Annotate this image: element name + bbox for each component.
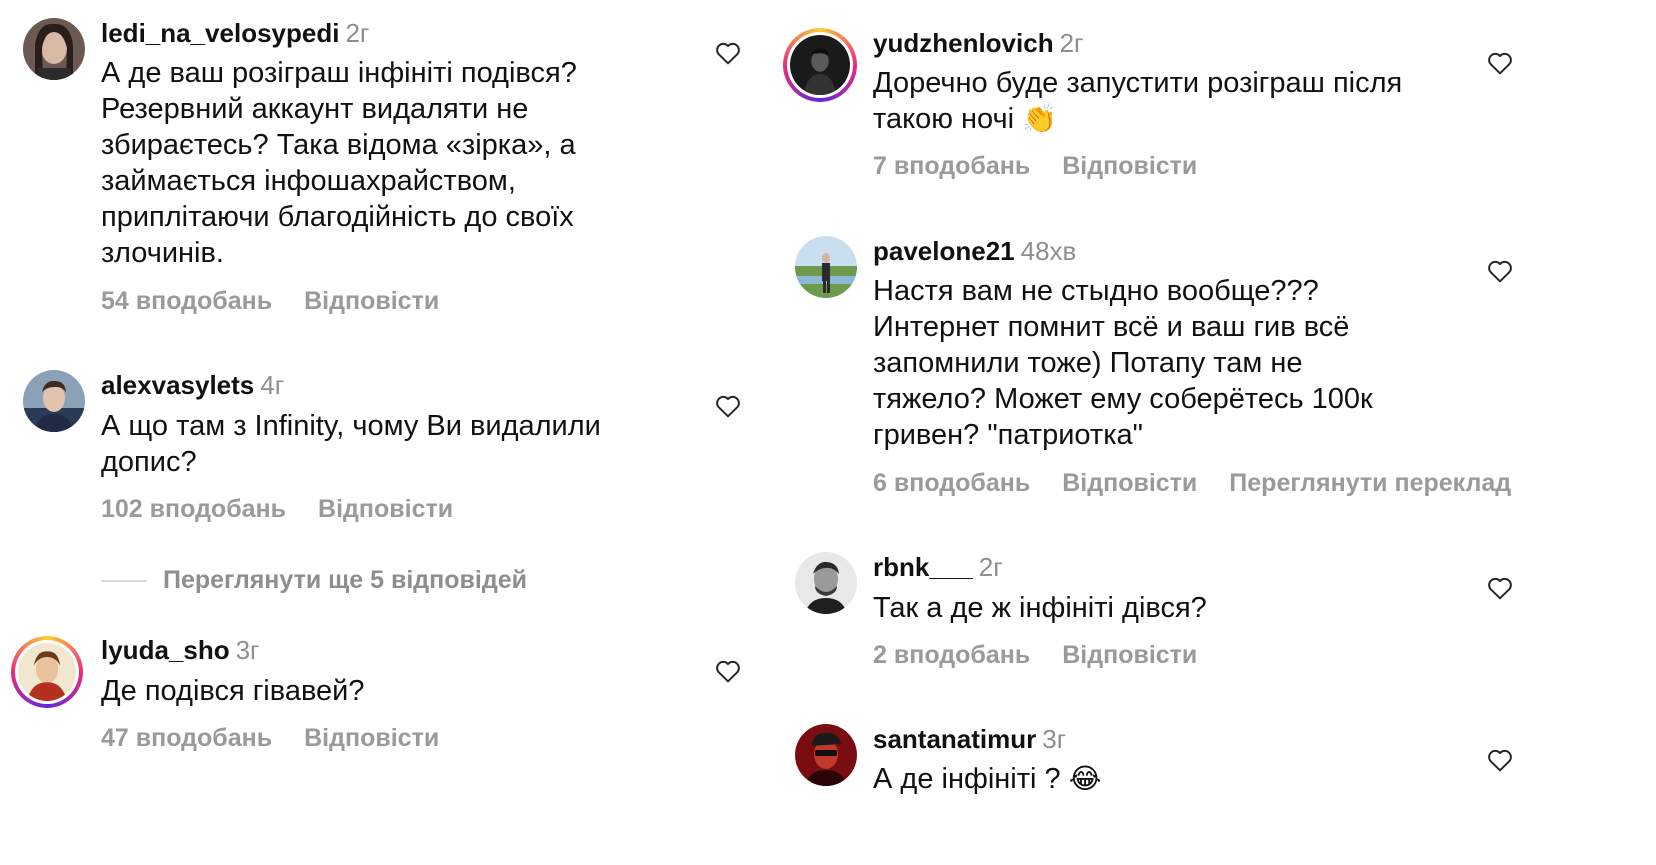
view-more-label: Переглянути ще 5 відповідей: [163, 566, 527, 594]
timestamp: 2г: [345, 18, 370, 48]
heart-outline-icon[interactable]: [715, 394, 741, 418]
username[interactable]: lyuda_sho: [101, 635, 230, 665]
comment-line: Резервний аккаунт видаляти не: [101, 93, 529, 125]
heart-outline-icon[interactable]: [715, 41, 741, 65]
heart-outline-icon[interactable]: [1487, 51, 1513, 75]
comment-text: Так а де ж інфініті дівся?: [873, 590, 1207, 626]
heart-outline-icon[interactable]: [1487, 576, 1513, 600]
heart-outline-icon[interactable]: [1487, 748, 1513, 772]
likes-count[interactable]: 7 вподобань: [873, 151, 1030, 181]
timestamp: 3г: [1042, 724, 1067, 754]
comment-actions: 102 вподобань Відповісти: [101, 494, 453, 524]
laughing-tears-emoji: 😂: [1068, 763, 1102, 794]
comment-text: А де інфініті ? 😂: [873, 761, 1101, 797]
timestamp: 2г: [1059, 28, 1084, 58]
heart-outline-icon[interactable]: [715, 659, 741, 683]
avatar[interactable]: [795, 552, 857, 614]
comment-header: rbnk___ 2г: [873, 551, 1003, 583]
comment-line: запомнили тоже) Потапу там не: [873, 347, 1303, 379]
comment-line: Так а де ж інфініті дівся?: [873, 592, 1207, 624]
comment-header: santanatimur 3г: [873, 723, 1066, 755]
avatar[interactable]: [23, 370, 85, 432]
comment-line-text: А де інфініті ?: [873, 763, 1061, 795]
username[interactable]: yudzhenlovich: [873, 28, 1054, 58]
comment-text: А де ваш розіграш інфініті подівся? Резе…: [101, 55, 577, 271]
comment-line: злочинів.: [101, 237, 224, 269]
timestamp: 3г: [235, 635, 260, 665]
reply-button[interactable]: Відповісти: [1062, 640, 1197, 670]
username[interactable]: santanatimur: [873, 724, 1036, 754]
comment-line: тяжело? Может ему соберётесь 100к: [873, 383, 1373, 415]
comment-line: займається інфошахрайством,: [101, 165, 516, 197]
comment-actions: 7 вподобань Відповісти: [873, 151, 1197, 181]
comment-text: Доречно буде запустити розіграш після та…: [873, 65, 1402, 137]
reply-button[interactable]: Відповісти: [304, 723, 439, 753]
clapping-hands-emoji: 👏: [1022, 103, 1058, 134]
timestamp: 2г: [978, 552, 1003, 582]
reply-button[interactable]: Відповісти: [1062, 468, 1197, 498]
divider-line: [101, 580, 147, 583]
comment-line: Настя вам не стыдно вообще???: [873, 275, 1319, 307]
comment-header: lyuda_sho 3г: [101, 634, 260, 666]
reply-button[interactable]: Відповісти: [1062, 151, 1197, 181]
likes-count[interactable]: 2 вподобань: [873, 640, 1030, 670]
username[interactable]: rbnk___: [873, 552, 973, 582]
comment-actions: 54 вподобань Відповісти: [101, 286, 439, 316]
comment-line: А що там з Infinity, чому Ви видалили: [101, 410, 601, 442]
comment-line: Интернет помнит всё и ваш гив всё: [873, 311, 1350, 343]
comment-text: А що там з Infinity, чому Ви видалили до…: [101, 408, 601, 480]
reply-button[interactable]: Відповісти: [318, 494, 453, 524]
view-more-replies-button[interactable]: Переглянути ще 5 відповідей: [101, 565, 527, 595]
comment-actions: 6 вподобань Відповісти Переглянути перекла…: [873, 468, 1511, 498]
comment-header: alexvasylets 4г: [101, 369, 284, 401]
avatar[interactable]: [23, 18, 85, 80]
avatar[interactable]: [795, 236, 857, 298]
comment-line: приплітаючи благодійність до своїх: [101, 201, 574, 233]
comment-line: збираєтесь? Така відома «зірка», а: [101, 129, 576, 161]
username[interactable]: pavelone21: [873, 236, 1015, 266]
username[interactable]: alexvasylets: [101, 370, 254, 400]
comment-text: Настя вам не стыдно вообще??? Интернет п…: [873, 273, 1373, 453]
comment-line: допис?: [101, 446, 197, 478]
comment-text: Де подівся гівавей?: [101, 673, 365, 709]
comment-actions: 2 вподобань Відповісти: [873, 640, 1197, 670]
username[interactable]: ledi_na_velosypedi: [101, 18, 339, 48]
avatar[interactable]: [795, 724, 857, 786]
avatar-with-story-ring[interactable]: [783, 28, 857, 102]
avatar-with-story-ring[interactable]: [11, 636, 83, 708]
likes-count[interactable]: 54 вподобань: [101, 286, 272, 316]
comment-line: гривен? "патриотка": [873, 419, 1143, 451]
heart-outline-icon[interactable]: [1487, 259, 1513, 283]
reply-button[interactable]: Відповісти: [304, 286, 439, 316]
comment-line: Де подівся гівавей?: [101, 675, 365, 707]
likes-count[interactable]: 102 вподобань: [101, 494, 286, 524]
likes-count[interactable]: 6 вподобань: [873, 468, 1030, 498]
comment-line: А де ваш розіграш інфініті подівся?: [101, 57, 577, 89]
comment-line: А де інфініті ? 😂: [873, 761, 1101, 797]
comment-line-text: такою ночі: [873, 103, 1015, 135]
comment-line: Доречно буде запустити розіграш після: [873, 67, 1403, 99]
likes-count[interactable]: 47 вподобань: [101, 723, 272, 753]
see-translation-button[interactable]: Переглянути переклад: [1229, 468, 1511, 498]
timestamp: 48хв: [1020, 236, 1077, 266]
comment-header: yudzhenlovich 2г: [873, 27, 1084, 59]
comment-header: ledi_na_velosypedi 2г: [101, 17, 369, 49]
comment-actions: 47 вподобань Відповісти: [101, 723, 439, 753]
comment-line: такою ночі 👏: [873, 101, 1402, 137]
comment-header: pavelone21 48хв: [873, 235, 1076, 267]
timestamp: 4г: [260, 370, 285, 400]
